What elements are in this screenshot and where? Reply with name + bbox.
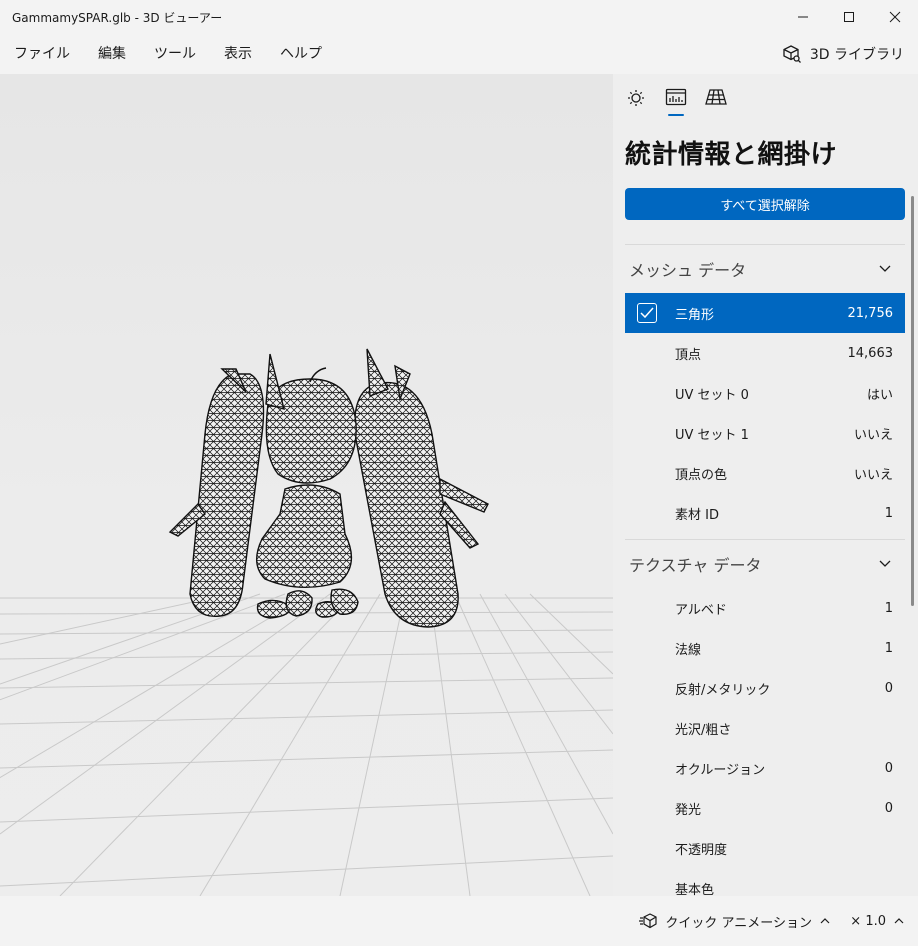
row-value: いいえ xyxy=(853,427,893,443)
3d-library-label: 3D ライブラリ xyxy=(809,47,904,63)
mesh-row-material-id[interactable]: 素材 ID 1 xyxy=(625,493,905,533)
minimize-icon xyxy=(798,16,808,18)
panel-title: 統計情報と網掛け xyxy=(625,140,838,170)
deselect-all-button[interactable]: すべて選択解除 xyxy=(625,188,905,220)
row-label: 素材 ID xyxy=(675,507,719,523)
row-value: はい xyxy=(866,387,893,403)
chevron-up-icon xyxy=(894,918,904,924)
status-bar: クイック アニメーション × 1.0 xyxy=(0,896,918,946)
row-label: 法線 xyxy=(675,642,702,658)
stats-icon xyxy=(665,88,687,106)
row-label: 頂点 xyxy=(675,347,702,363)
close-button[interactable] xyxy=(872,0,918,34)
panel-tabs xyxy=(613,74,918,120)
menu-tools[interactable]: ツール xyxy=(140,34,210,74)
minimize-button[interactable] xyxy=(780,0,826,34)
texture-row-emissive[interactable]: 発光 0 xyxy=(625,788,905,828)
maximize-button[interactable] xyxy=(826,0,872,34)
tab-stats[interactable] xyxy=(663,82,689,116)
cube-search-icon xyxy=(783,45,801,63)
mesh-data-title: メッシュ データ xyxy=(629,261,747,280)
texture-row-metallic[interactable]: 反射/メタリック 0 xyxy=(625,668,905,708)
texture-row-opacity[interactable]: 不透明度 xyxy=(625,828,905,868)
chevron-down-icon xyxy=(879,265,891,272)
sun-icon xyxy=(628,90,644,106)
checkbox-checked[interactable] xyxy=(637,303,657,323)
row-value: 14,663 xyxy=(847,345,894,361)
row-value: 0 xyxy=(884,760,893,776)
checkmark-icon xyxy=(640,307,654,319)
texture-row-occlusion[interactable]: オクルージョン 0 xyxy=(625,748,905,788)
quick-animation-label: クイック アニメーション xyxy=(665,915,812,931)
wireframe-model xyxy=(168,348,489,628)
row-value: 1 xyxy=(884,505,893,521)
row-value: 21,756 xyxy=(847,305,894,321)
chevron-down-icon xyxy=(879,560,891,567)
floor-grid xyxy=(0,593,613,896)
texture-data-title: テクスチャ データ xyxy=(629,556,762,575)
menu-bar: ファイル 編集 ツール 表示 ヘルプ 3D ライブラリ xyxy=(0,34,918,74)
chevron-up-icon xyxy=(820,918,830,924)
row-label: 発光 xyxy=(675,802,702,818)
grid-icon xyxy=(705,89,727,105)
mesh-row-vertices[interactable]: 頂点 14,663 xyxy=(625,333,905,373)
speed-label: × 1.0 xyxy=(850,913,886,929)
window-controls xyxy=(780,0,918,34)
row-value: 1 xyxy=(884,600,893,616)
row-label: UV セット 0 xyxy=(675,387,749,403)
mesh-row-triangles[interactable]: 三角形 21,756 xyxy=(625,293,905,333)
tab-mesh-grid[interactable] xyxy=(703,82,729,112)
speed-selector[interactable]: × 1.0 xyxy=(850,896,904,946)
menu-edit[interactable]: 編集 xyxy=(84,34,140,74)
maximize-icon xyxy=(844,12,854,22)
row-value: 1 xyxy=(884,640,893,656)
3d-library-button[interactable]: 3D ライブラリ xyxy=(782,34,904,74)
row-value: 0 xyxy=(884,800,893,816)
row-label: アルベド xyxy=(675,602,727,618)
panel-scrollbar[interactable] xyxy=(911,196,914,606)
menu-file[interactable]: ファイル xyxy=(0,34,84,74)
animation-cube-icon xyxy=(639,913,657,929)
tab-lighting[interactable] xyxy=(623,82,649,112)
mesh-row-uv-set-0[interactable]: UV セット 0 はい xyxy=(625,373,905,413)
row-label: 光沢/粗さ xyxy=(675,722,732,738)
row-value: いいえ xyxy=(853,467,893,483)
texture-row-normal[interactable]: 法線 1 xyxy=(625,628,905,668)
texture-row-roughness[interactable]: 光沢/粗さ xyxy=(625,708,905,748)
title-bar: GammamySPAR.glb - 3D ビューアー xyxy=(0,0,918,34)
menu-view[interactable]: 表示 xyxy=(210,34,266,74)
texture-row-albedo[interactable]: アルベド 1 xyxy=(625,588,905,628)
row-label: 不透明度 xyxy=(675,842,728,858)
3d-viewport[interactable] xyxy=(0,74,613,896)
row-label: 基本色 xyxy=(675,882,715,897)
texture-data-header[interactable]: テクスチャ データ xyxy=(613,540,905,588)
window-title: GammamySPAR.glb - 3D ビューアー xyxy=(12,10,223,25)
texture-row-base-color[interactable]: 基本色 xyxy=(625,868,905,897)
mesh-row-uv-set-1[interactable]: UV セット 1 いいえ xyxy=(625,413,905,453)
mesh-row-vertex-color[interactable]: 頂点の色 いいえ xyxy=(625,453,905,493)
row-label: UV セット 1 xyxy=(675,427,749,443)
menu-help[interactable]: ヘルプ xyxy=(266,34,336,74)
row-label: 頂点の色 xyxy=(675,467,728,483)
row-value: 0 xyxy=(884,680,893,696)
quick-animation-button[interactable]: クイック アニメーション xyxy=(639,896,830,946)
row-label: 反射/メタリック xyxy=(675,682,771,698)
row-label: 三角形 xyxy=(675,307,715,323)
stats-panel: 統計情報と網掛け すべて選択解除 メッシュ データ 三角形 21,756 頂点 … xyxy=(613,74,918,896)
row-label: オクルージョン xyxy=(675,762,766,778)
close-icon xyxy=(889,11,901,23)
mesh-data-header[interactable]: メッシュ データ xyxy=(613,245,905,293)
